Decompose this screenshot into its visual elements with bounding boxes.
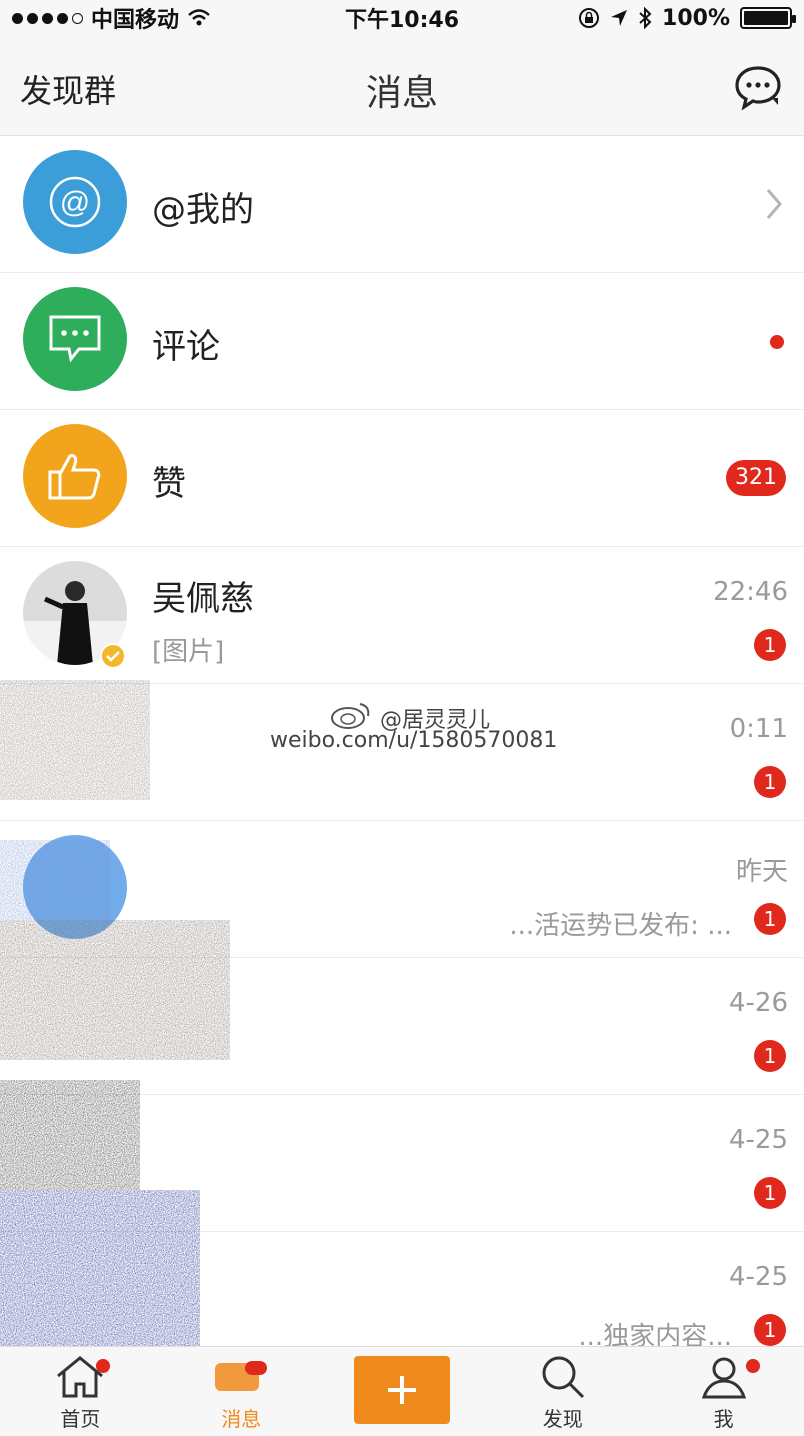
watermark: @居灵灵儿 weibo.com/u/1580570081 xyxy=(270,700,570,760)
conversation-avatar xyxy=(23,835,127,939)
weibo-logo-icon xyxy=(331,703,370,729)
tab-home[interactable]: 首页 xyxy=(0,1347,161,1436)
conversation-preview: [图片] xyxy=(152,637,225,667)
tab-me-label: 我 xyxy=(713,1407,734,1431)
conversation-row[interactable]: 吴佩慈 [图片] 22:46 1 xyxy=(0,547,804,684)
chevron-right-icon xyxy=(766,189,782,219)
wifi-icon xyxy=(188,9,210,26)
tab-discover[interactable]: 发现 xyxy=(482,1347,643,1436)
tab-home-label: 首页 xyxy=(60,1407,101,1431)
conversation-preview: ...活运势已发布: ... xyxy=(509,911,732,941)
at-sign-icon: @ xyxy=(49,176,101,228)
mentions-avatar: @ xyxy=(23,150,127,254)
page-title: 消息 xyxy=(365,73,438,114)
tab-discover-label: 发现 xyxy=(542,1407,583,1431)
thumbs-up-icon xyxy=(48,454,101,500)
messages-icon xyxy=(215,1361,268,1391)
conversation-row[interactable]: 4-25 1 xyxy=(0,1095,804,1232)
me-unread-dot xyxy=(745,1359,760,1373)
conversation-time: 22:46 xyxy=(713,577,788,607)
unread-badge: 1 xyxy=(754,629,786,661)
tab-bar: 首页 消息 发现 我 xyxy=(0,1346,804,1436)
comments-row[interactable]: 评论 xyxy=(0,273,804,410)
likes-row[interactable]: 赞 321 xyxy=(0,410,804,547)
conversation-time: 0:11 xyxy=(729,714,788,744)
conversation-time: 昨天 xyxy=(735,857,788,887)
conversation-row[interactable]: 4-26 1 xyxy=(0,958,804,1095)
plus-icon xyxy=(387,1376,416,1404)
battery-icon xyxy=(740,7,796,29)
likes-count-badge: 321 xyxy=(726,460,786,496)
comment-icon xyxy=(49,315,101,363)
likes-avatar xyxy=(23,424,127,528)
status-time: 下午10:46 xyxy=(344,8,460,33)
conversation-row[interactable]: 昨天 ...活运势已发布: ... 1 xyxy=(0,821,804,958)
conversation-time: 4-25 xyxy=(728,1262,788,1292)
nav-bar: 发现群 消息 xyxy=(0,36,804,136)
profile-icon xyxy=(701,1357,746,1399)
compose-button[interactable] xyxy=(353,1356,450,1424)
unread-badge: 1 xyxy=(754,903,786,935)
search-icon xyxy=(542,1356,584,1399)
verified-badge-icon xyxy=(100,643,126,669)
watermark-url: weibo.com/u/1580570081 xyxy=(270,728,558,753)
conversation-time: 4-26 xyxy=(728,988,788,1018)
carrier-label: 中国移动 xyxy=(91,8,180,33)
unread-badge: 1 xyxy=(754,1040,786,1072)
conversation-time: 4-25 xyxy=(728,1125,788,1155)
tab-messages-label: 消息 xyxy=(221,1407,262,1431)
svg-text:@: @ xyxy=(60,186,90,219)
signal-strength-icon xyxy=(12,12,83,24)
chat-button[interactable] xyxy=(734,64,782,111)
bluetooth-icon xyxy=(639,7,652,29)
comments-avatar xyxy=(23,287,127,391)
rotation-lock-icon xyxy=(579,8,600,28)
tab-messages[interactable]: 消息 xyxy=(161,1347,322,1436)
tab-me[interactable]: 我 xyxy=(643,1347,804,1436)
location-icon xyxy=(611,10,628,26)
mentions-row[interactable]: @ @我的 xyxy=(0,136,804,273)
home-unread-dot xyxy=(96,1359,110,1373)
unread-badge: 1 xyxy=(754,1314,786,1346)
unread-dot xyxy=(770,335,784,349)
status-bar: 中国移动 下午10:46 100% xyxy=(0,0,804,36)
unread-badge: 1 xyxy=(754,1177,786,1209)
likes-title: 赞 xyxy=(152,464,186,504)
conversation-name: 吴佩慈 xyxy=(152,579,254,619)
mentions-title: @我的 xyxy=(152,190,254,230)
unread-badge: 1 xyxy=(754,766,786,798)
chat-bubble-icon xyxy=(735,66,781,111)
battery-percent: 100% xyxy=(662,5,730,31)
compose-tab[interactable] xyxy=(322,1347,483,1436)
comments-title: 评论 xyxy=(152,327,220,367)
